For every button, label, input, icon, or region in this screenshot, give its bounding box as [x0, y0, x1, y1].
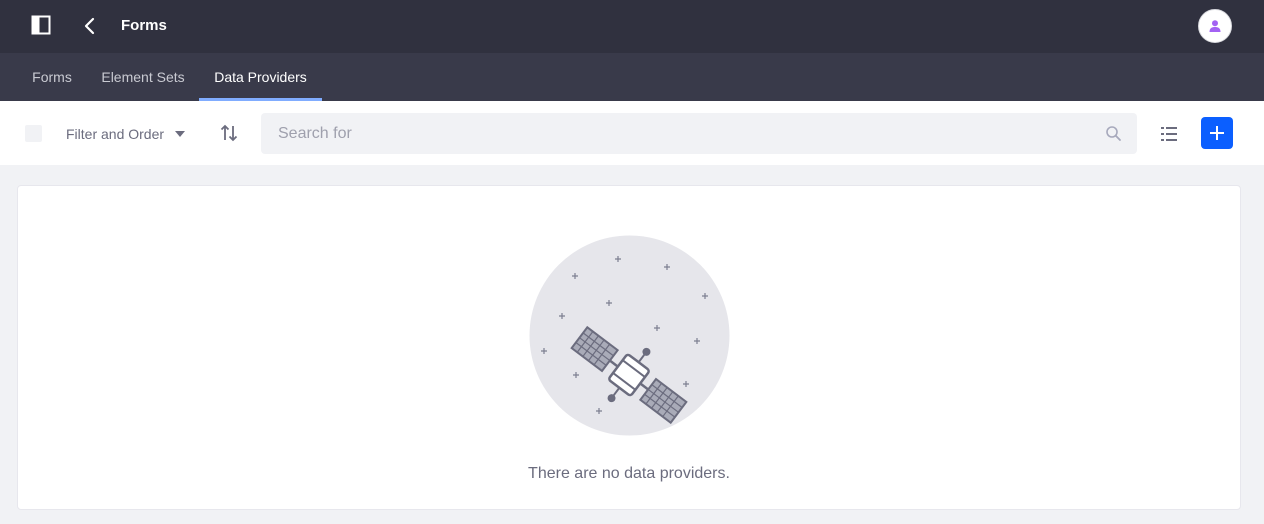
plus-icon	[1210, 126, 1224, 140]
search-box	[261, 113, 1137, 154]
search-input[interactable]	[261, 113, 1091, 154]
user-avatar-button[interactable]	[1198, 9, 1232, 43]
empty-state-card: There are no data providers.	[17, 185, 1241, 510]
add-button[interactable]	[1201, 117, 1233, 149]
page-title: Forms	[121, 17, 167, 34]
user-avatar-icon	[1209, 20, 1221, 32]
sort-order-button[interactable]	[217, 121, 241, 145]
satellite-illustration	[529, 235, 730, 436]
select-all-checkbox[interactable]	[25, 125, 42, 142]
control-menu: Forms	[0, 0, 1264, 53]
filter-and-order-dropdown[interactable]: Filter and Order	[66, 125, 186, 142]
tab-label: Data Providers	[214, 69, 307, 85]
empty-state-message: There are no data providers.	[528, 465, 730, 482]
tab-data-providers[interactable]: Data Providers	[199, 53, 322, 101]
caret-down-icon	[175, 130, 186, 137]
list-view-icon	[1161, 127, 1177, 141]
display-style-button[interactable]	[1157, 122, 1181, 146]
back-icon[interactable]	[78, 14, 102, 38]
navigation-bar: Forms Element Sets Data Providers	[0, 53, 1264, 101]
order-arrows-icon	[220, 124, 238, 142]
tab-label: Element Sets	[101, 69, 185, 85]
product-menu-icon[interactable]	[29, 13, 53, 37]
search-icon[interactable]	[1105, 125, 1122, 142]
management-toolbar: Filter and Order	[0, 101, 1264, 165]
tab-forms[interactable]: Forms	[17, 53, 87, 101]
tab-element-sets[interactable]: Element Sets	[87, 53, 199, 101]
tab-label: Forms	[32, 69, 72, 85]
filter-label: Filter and Order	[66, 125, 165, 142]
